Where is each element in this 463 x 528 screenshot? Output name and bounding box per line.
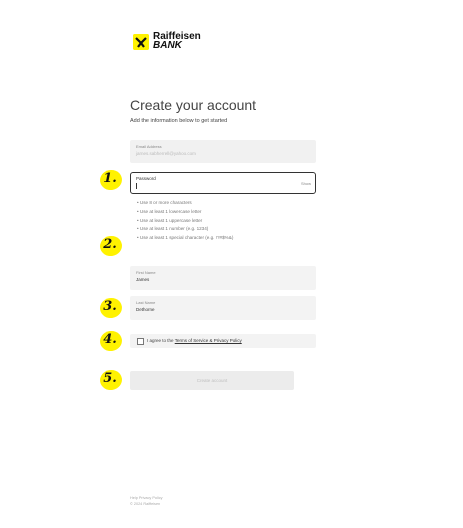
step-marker-5: 5. [98, 368, 124, 392]
brand-subname: BANK [153, 40, 182, 51]
footer: Help Privacy Policy © 2024 Raiffeisen [130, 495, 163, 507]
page-title: Create your account [130, 97, 257, 113]
requirement-item: Use at least 1 uppercase letter [137, 217, 233, 226]
requirement-item: Use 8 or more characters [137, 199, 233, 208]
email-value: jarnes.sabherrell@yahoo.com [136, 151, 196, 156]
first-name-label: First Name [136, 270, 156, 275]
terms-link[interactable]: Terms of Service & Privacy Policy [175, 338, 242, 343]
step-marker-1: 1. [98, 168, 124, 192]
requirement-item: Use at least 1 special character (e.g. !… [137, 234, 233, 243]
password-label: Password [136, 176, 156, 181]
password-requirements: Use 8 or more characters Use at least 1 … [137, 199, 233, 243]
email-label: Email Address [136, 144, 162, 149]
first-name-value: James [136, 277, 150, 282]
requirement-item: Use at least 1 lowercase letter [137, 208, 233, 217]
last-name-label: Last Name [136, 300, 156, 305]
terms-text: I agree to the Terms of Service & Privac… [147, 338, 242, 343]
email-field[interactable]: Email Address jarnes.sabherrell@yahoo.co… [130, 140, 316, 163]
last-name-field[interactable]: Last Name Dethorne [130, 296, 316, 320]
password-field[interactable]: Password Show [130, 172, 316, 194]
text-cursor [136, 183, 137, 189]
last-name-value: Dethorne [136, 307, 155, 312]
first-name-field[interactable]: First Name James [130, 266, 316, 290]
page-subtitle: Add the information below to get started [130, 118, 228, 124]
step-marker-2: 2. [98, 234, 124, 258]
terms-checkbox[interactable] [137, 338, 144, 345]
raiffeisen-logo: Raiffeisen BANK [133, 32, 223, 56]
terms-agreement: I agree to the Terms of Service & Privac… [130, 334, 316, 348]
show-password-toggle[interactable]: Show [301, 181, 311, 186]
step-marker-4: 4. [98, 329, 124, 353]
raiffeisen-cross-icon [133, 34, 149, 50]
requirement-item: Use at least 1 number (e.g. 1234) [137, 225, 233, 234]
step-marker-3: 3. [98, 296, 124, 320]
terms-prefix: I agree to the [147, 338, 175, 343]
footer-copyright: © 2024 Raiffeisen [130, 502, 161, 506]
create-account-button[interactable]: Create account [130, 371, 294, 390]
